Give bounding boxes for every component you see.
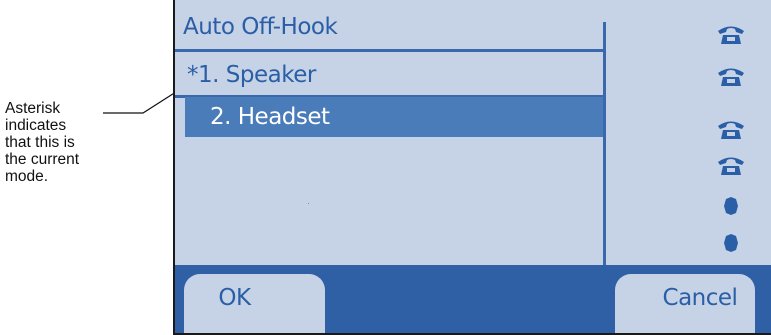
callout-leader-line <box>103 82 191 114</box>
menu-item-headset[interactable]: 2. Headset <box>185 97 604 137</box>
softkey-bar: OK Cancel <box>175 265 771 333</box>
phone-screen: Auto Off-Hook *1. Speaker 2. Headset OK … <box>173 0 771 335</box>
phone-icon[interactable] <box>715 22 747 46</box>
dot-icon[interactable] <box>715 194 747 218</box>
title-divider <box>175 49 604 52</box>
menu-item-speaker[interactable]: *1. Speaker <box>175 55 604 95</box>
phone-icon[interactable] <box>715 153 747 177</box>
cancel-softkey[interactable]: Cancel <box>615 274 755 333</box>
callout-line: mode. <box>5 168 49 185</box>
phone-icon[interactable] <box>715 64 747 88</box>
screen-speck <box>308 203 309 204</box>
ok-softkey[interactable]: OK <box>184 274 325 333</box>
dot-icon[interactable] <box>715 231 747 255</box>
callout-line: the current <box>5 151 80 168</box>
screen-title: Auto Off-Hook <box>183 14 338 40</box>
phone-icon[interactable] <box>715 117 747 141</box>
line-key-divider <box>603 22 606 268</box>
